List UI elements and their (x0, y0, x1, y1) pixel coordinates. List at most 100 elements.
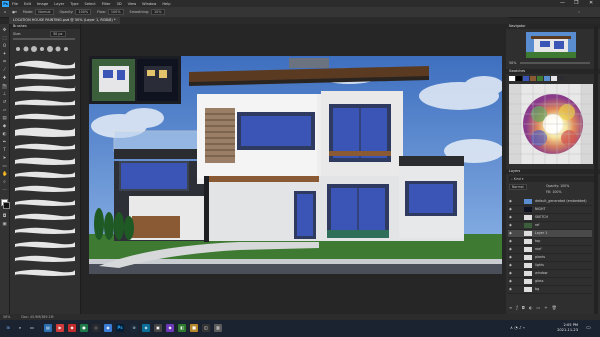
layer-row[interactable]: ◉ lights (508, 262, 592, 270)
layer-filter-bar[interactable]: ⌕ Kind ▾ (509, 176, 595, 182)
layer-row-selected[interactable]: ◉ Layer 1 (508, 230, 592, 238)
background-color-swatch[interactable] (3, 202, 10, 209)
document-canvas[interactable] (89, 56, 502, 274)
visibility-icon[interactable]: ◉ (508, 254, 513, 261)
marquee-tool-icon[interactable]: ⬚ (2, 36, 7, 41)
opacity-control[interactable]: Opacity: 100% (60, 9, 92, 15)
layer-row[interactable]: ◉ ref (508, 222, 592, 230)
lasso-tool-icon[interactable]: ʘ (2, 44, 7, 49)
clock[interactable]: 2:05 PM 2021-11-23 (557, 323, 578, 333)
move-tool-icon[interactable]: ✥ (2, 28, 7, 33)
blur-tool-icon[interactable]: ◆ (2, 124, 7, 129)
brush-preset-thumbnails[interactable] (14, 44, 78, 54)
layer-row[interactable]: ◉ NIGHT (508, 206, 592, 214)
menu-edit[interactable]: Edit (24, 2, 31, 6)
layer-row[interactable]: ◉ default_generated (embedded) (508, 198, 592, 206)
layer-row[interactable]: ◉ SKETCH (508, 214, 592, 222)
brush-size-slider[interactable] (13, 38, 75, 40)
mode-control[interactable]: Mode: Normal (23, 9, 54, 15)
app-icon[interactable]: ▥ (214, 324, 222, 332)
gradient-tool-icon[interactable]: ▤ (2, 116, 7, 121)
app-icon[interactable]: ◉ (104, 324, 112, 332)
steam-icon[interactable]: ⊛ (130, 324, 138, 332)
hand-tool-icon[interactable]: ✋ (2, 172, 8, 177)
menu-type[interactable]: Type (70, 2, 78, 6)
app-icon[interactable]: ◧ (178, 324, 186, 332)
maximize-button[interactable]: ❐ (574, 0, 578, 6)
app-icon[interactable]: ▶ (56, 324, 64, 332)
layer-row[interactable]: ◉ plants (508, 254, 592, 262)
quick-mask-icon[interactable]: ◘ (2, 214, 7, 219)
menu-view[interactable]: View (128, 2, 137, 6)
screen-mode-icon[interactable]: ▣ (2, 222, 7, 227)
blend-mode-select[interactable]: Normal (509, 184, 527, 190)
visibility-icon[interactable]: ◉ (508, 262, 513, 269)
close-button[interactable]: ✕ (589, 0, 593, 6)
app-icon[interactable]: ◫ (202, 324, 210, 332)
path-select-icon[interactable]: ➤ (2, 156, 7, 161)
menu-image[interactable]: Image (37, 2, 48, 6)
minimize-button[interactable]: — (560, 0, 565, 6)
brush-stroke-list[interactable] (13, 58, 77, 310)
app-icon[interactable]: ◆ (166, 324, 174, 332)
app-icon[interactable]: ◈ (142, 324, 150, 332)
explorer-icon[interactable]: ▤ (44, 324, 52, 332)
app-icon[interactable]: ◆ (68, 324, 76, 332)
flow-control[interactable]: Flow: 100% (97, 9, 124, 15)
menu-help[interactable]: Help (162, 2, 170, 6)
shape-tool-icon[interactable]: ▭ (2, 164, 7, 169)
menu-layer[interactable]: Layer (54, 2, 64, 6)
smoothing-control[interactable]: Smoothing: 10% (130, 9, 165, 15)
eraser-tool-icon[interactable]: ▱ (2, 108, 7, 113)
layer-fill-control[interactable]: Fill: 100% (546, 190, 561, 194)
navigator-zoom-slider[interactable] (520, 62, 590, 64)
home-icon[interactable]: ⌂ (4, 10, 6, 14)
layer-row[interactable]: ◉ top (508, 238, 592, 246)
history-brush-icon[interactable]: ↺ (2, 100, 7, 105)
panel-scrollbar[interactable] (594, 26, 598, 314)
menu-select[interactable]: Select (85, 2, 96, 6)
color-swatches-grid[interactable] (509, 84, 593, 164)
search-icon[interactable]: ⌕ (578, 10, 580, 14)
visibility-icon[interactable]: ◉ (508, 270, 513, 277)
menu-file[interactable]: File (12, 2, 18, 6)
app-icon[interactable]: ● (80, 324, 88, 332)
notification-icon[interactable]: ▭ (586, 325, 591, 331)
navigator-zoom[interactable]: 50% (509, 61, 516, 65)
mask-icon[interactable]: ◘ (522, 305, 529, 310)
pen-tool-icon[interactable]: ✒ (2, 140, 7, 145)
photoshop-taskbar-icon[interactable]: Ps (116, 324, 124, 332)
zoom-tool-icon[interactable]: ⌕ (2, 180, 7, 185)
type-tool-icon[interactable]: T (2, 148, 7, 153)
trash-icon[interactable]: 🗑 (552, 305, 561, 310)
stamp-tool-icon[interactable]: ⊥ (2, 92, 7, 97)
visibility-icon[interactable]: ◉ (508, 222, 513, 229)
brush-preset-icon[interactable]: ●▾ (12, 10, 17, 14)
zoom-level[interactable]: 50% (3, 315, 10, 319)
app-icon[interactable]: ◎ (92, 324, 100, 332)
visibility-icon[interactable]: ◉ (508, 214, 513, 221)
layer-row[interactable]: ◉ glass (508, 278, 592, 286)
windows-start-icon[interactable]: ⊞ (4, 324, 12, 332)
app-icon[interactable]: ■ (190, 324, 198, 332)
brush-size-field[interactable]: 30 px (50, 31, 66, 37)
visibility-icon[interactable]: ◉ (508, 206, 513, 213)
task-view-icon[interactable]: ▭ (28, 324, 36, 332)
system-tray-icons[interactable]: ∧ ◔ ♪ ⌁ (510, 325, 525, 330)
layer-row[interactable]: ◉ roof (508, 246, 592, 254)
menu-3d[interactable]: 3D (117, 2, 122, 6)
magic-wand-tool-icon[interactable]: ✦ (2, 52, 7, 57)
recent-swatches[interactable] (509, 76, 593, 81)
visibility-icon[interactable]: ◉ (508, 286, 513, 293)
crop-tool-icon[interactable]: ⌗ (2, 60, 7, 65)
visibility-icon[interactable]: ◉ (508, 246, 513, 253)
more-tools-icon[interactable]: ⋯ (2, 188, 7, 193)
layer-row[interactable]: ◉ window (508, 270, 592, 278)
healing-tool-icon[interactable]: ✚ (2, 76, 7, 81)
visibility-icon[interactable]: ◉ (508, 278, 513, 285)
menu-filter[interactable]: Filter (102, 2, 111, 6)
eyedropper-tool-icon[interactable]: ⁄ (2, 68, 7, 73)
visibility-icon[interactable]: ◉ (508, 230, 513, 237)
layer-row[interactable]: ◉ bg (508, 286, 592, 294)
visibility-icon[interactable]: ◉ (508, 198, 513, 205)
